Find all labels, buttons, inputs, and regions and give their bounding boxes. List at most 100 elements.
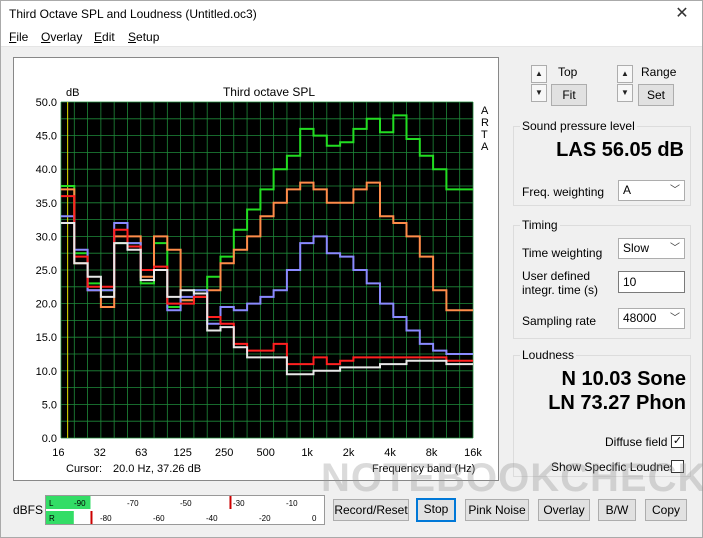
menu-file-label: ile [16, 30, 29, 44]
copy-button[interactable]: Copy [645, 499, 687, 521]
spl-chart-svg[interactable]: dB Third octave SPL A R T A Cursor: 20.0… [14, 58, 500, 482]
y-tick-label: 50.0 [36, 97, 57, 109]
freq-weighting-value: A [623, 183, 632, 197]
time-weighting-label: Time weighting [522, 246, 603, 260]
x-tick-label: 63 [135, 447, 147, 459]
meter-bottom-tick: -60 [153, 514, 165, 523]
side-letter-a1: A [481, 105, 489, 117]
menu-setup-mnemonic: S [128, 30, 137, 44]
x-tick-label: 500 [256, 447, 274, 459]
sampling-rate-label: Sampling rate [522, 314, 597, 328]
x-tick-label: 250 [215, 447, 233, 459]
meter-top-tick: -30 [233, 499, 245, 508]
freq-weighting-label: Freq. weighting [522, 185, 605, 199]
diffuse-field-checkbox[interactable]: ✓ [671, 435, 684, 448]
menu-edit-mnemonic: E [94, 30, 103, 44]
pink-noise-button[interactable]: Pink Noise [465, 499, 529, 521]
integr-time-input[interactable]: 10 [618, 271, 685, 293]
side-letter-r: R [481, 117, 489, 129]
y-unit-label: dB [66, 87, 79, 99]
spl-group-title: Sound pressure level [520, 119, 637, 133]
y-tick-label: 45.0 [36, 131, 57, 143]
y-tick-label: 20.0 [36, 299, 57, 311]
sampling-rate-select[interactable]: 48000 ﹀ [618, 308, 685, 329]
side-letter-a2: A [481, 141, 489, 153]
record-reset-button[interactable]: Record/Reset [333, 499, 409, 521]
meter-top-tick: -50 [180, 499, 192, 508]
level-meter-svg: L R -90 -70 -50 -30 -10 -80 -60 -40 -20 0 [46, 496, 324, 524]
menu-bar: File Overlay Edit Setup [1, 27, 702, 47]
menu-overlay-mnemonic: O [41, 30, 51, 44]
meter-r-letter: R [49, 514, 55, 523]
meter-bottom-tick: -20 [259, 514, 271, 523]
meter-r-peak [90, 511, 93, 524]
x-tick-label: 1k [301, 447, 313, 459]
meter-bottom-tick: -80 [100, 514, 112, 523]
window-title: Third Octave SPL and Loudness (Untitled.… [9, 7, 257, 21]
title-bar: Third Octave SPL and Loudness (Untitled.… [1, 1, 702, 27]
loudness-ln-value: LN 73.27 Phon [548, 392, 686, 414]
range-label: Range [641, 65, 677, 79]
top-label: Top [558, 65, 578, 79]
top-down-button[interactable]: ▼ [531, 84, 547, 102]
side-letter-t: T [481, 129, 488, 141]
menu-edit-label: dit [102, 30, 115, 44]
x-tick-label: 32 [94, 447, 106, 459]
chevron-down-icon: ﹀ [670, 243, 680, 254]
menu-file[interactable]: File [9, 30, 28, 44]
top-up-button[interactable]: ▲ [531, 65, 547, 83]
spl-group: Sound pressure level LAS 56.05 dB Freq. … [513, 119, 691, 206]
meter-l-letter: L [49, 499, 54, 508]
menu-setup-label: etup [136, 30, 160, 44]
y-tick-label: 25.0 [36, 265, 57, 277]
menu-overlay-label: verlay [50, 30, 83, 44]
loudness-n-value: N 10.03 Sone [561, 368, 686, 390]
chevron-down-icon: ﹀ [670, 185, 680, 196]
stop-button[interactable]: Stop [416, 498, 456, 522]
bw-button[interactable]: B/W [598, 499, 636, 521]
cursor-value: 20.0 Hz, 37.26 dB [113, 463, 201, 475]
sampling-rate-value: 48000 [623, 311, 657, 325]
meter-l-peak [229, 496, 232, 509]
time-weighting-value: Slow [623, 241, 650, 255]
y-tick-label: 40.0 [36, 164, 57, 176]
chart-title: Third octave SPL [223, 85, 315, 99]
range-down-button[interactable]: ▼ [617, 84, 633, 102]
timing-group: Timing Time weighting Slow ﹀ User define… [513, 218, 691, 339]
overlay-button[interactable]: Overlay [538, 499, 590, 521]
dbfs-label: dBFS [13, 503, 44, 517]
menu-setup[interactable]: Setup [128, 30, 159, 44]
spl-plot[interactable]: dB Third octave SPL A R T A Cursor: 20.0… [13, 57, 499, 481]
level-meter: L R -90 -70 -50 -30 -10 -80 -60 -40 -20 0 [45, 495, 325, 525]
watermark: NOTEBOOKCHECK [321, 456, 703, 500]
meter-bottom-tick: 0 [312, 514, 317, 523]
loudness-group-title: Loudness [520, 348, 577, 362]
x-tick-label: 125 [174, 447, 192, 459]
integr-label-2: integr. time (s) [522, 283, 599, 297]
menu-overlay[interactable]: Overlay [41, 30, 82, 44]
meter-bottom-tick: -40 [206, 514, 218, 523]
y-tick-label: 35.0 [36, 198, 57, 210]
y-tick-label: 10.0 [36, 366, 57, 378]
fit-button[interactable]: Fit [551, 84, 587, 106]
meter-top-tick: -10 [286, 499, 298, 508]
meter-r-bg [46, 511, 324, 524]
set-button[interactable]: Set [638, 84, 674, 106]
y-tick-label: 0.0 [42, 433, 57, 445]
spl-value: LAS 56.05 dB [556, 139, 684, 161]
range-up-button[interactable]: ▲ [617, 65, 633, 83]
meter-top-tick: -90 [74, 499, 86, 508]
timing-group-title: Timing [520, 218, 560, 232]
meter-top-tick: -70 [127, 499, 139, 508]
integr-label-1: User defined [522, 269, 591, 283]
chevron-down-icon: ﹀ [670, 313, 680, 324]
y-tick-label: 30.0 [36, 231, 57, 243]
app-window: Third Octave SPL and Loudness (Untitled.… [0, 0, 703, 538]
time-weighting-select[interactable]: Slow ﹀ [618, 238, 685, 259]
diffuse-field-label: Diffuse field [605, 435, 668, 449]
freq-weighting-select[interactable]: A ﹀ [618, 180, 685, 201]
y-tick-label: 15.0 [36, 332, 57, 344]
menu-edit[interactable]: Edit [94, 30, 115, 44]
close-icon[interactable]: ✕ [662, 1, 702, 27]
x-tick-label: 16 [52, 447, 64, 459]
